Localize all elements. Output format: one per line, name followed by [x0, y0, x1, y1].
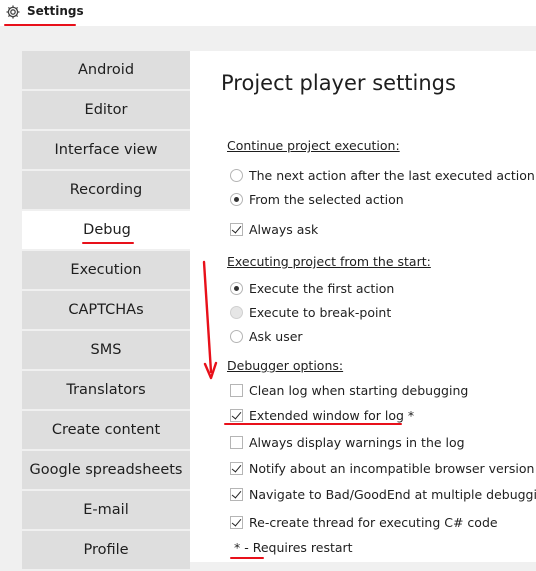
checkbox[interactable] [230, 408, 243, 422]
option-label: Navigate to Bad/GoodEnd at multiple debu… [249, 486, 536, 502]
settings-sidebar: Android Editor Interface view Recording … [22, 51, 192, 571]
annotation-underline-extended-log [224, 423, 402, 425]
option-label: Always ask [249, 221, 319, 237]
sidebar-item-label: Android [77, 62, 135, 78]
radio-ask-user[interactable]: Ask user [230, 328, 303, 344]
annotation-underline-debug [82, 242, 134, 244]
annotation-underline-footnote [230, 557, 264, 559]
annotation-arrow-icon [202, 260, 218, 380]
option-label: Notify about an incompatible browser ver… [249, 460, 535, 476]
window-title: Settings [27, 4, 84, 18]
sidebar-item-label: Translators [66, 382, 146, 398]
checkbox-notify-incompatible-browser[interactable]: Notify about an incompatible browser ver… [230, 460, 534, 476]
option-label: Ask user [249, 328, 303, 344]
checkbox[interactable] [230, 435, 243, 449]
gear-icon [6, 5, 20, 19]
sidebar-item-interface-view[interactable]: Interface view [22, 131, 190, 169]
radio-next-action[interactable]: The next action after the last executed … [230, 167, 535, 183]
sidebar-item-google-spreadsheets[interactable]: Google spreadsheets [22, 451, 190, 489]
option-label: The next action after the last executed … [249, 167, 535, 183]
radio-button[interactable] [230, 329, 243, 343]
checkbox[interactable] [230, 515, 243, 529]
settings-panel: Project player settings Continue project… [190, 51, 536, 562]
checkbox-recreate-thread[interactable]: Re-create thread for executing C# code [230, 514, 498, 530]
sidebar-item-label: Google spreadsheets [29, 462, 183, 478]
sidebar-item-label: E-mail [83, 502, 129, 518]
sidebar-item-recording[interactable]: Recording [22, 171, 190, 209]
sidebar-item-label: Execution [70, 262, 142, 278]
checkbox-extended-window-log[interactable]: Extended window for log * [230, 407, 414, 423]
radio-execute-first-action[interactable]: Execute the first action [230, 280, 394, 296]
section-heading-debugger: Debugger options: [227, 358, 344, 373]
sidebar-item-execution[interactable]: Execution [22, 251, 190, 289]
option-label: Re-create thread for executing C# code [249, 514, 498, 530]
sidebar-item-android[interactable]: Android [22, 51, 190, 89]
sidebar-item-profile[interactable]: Profile [22, 531, 190, 569]
checkbox-navigate-bad-goodend[interactable]: Navigate to Bad/GoodEnd at multiple debu… [230, 486, 536, 502]
section-heading-continue: Continue project execution: [227, 138, 400, 153]
checkbox[interactable] [230, 222, 243, 236]
sidebar-item-captchas[interactable]: CAPTCHAs [22, 291, 190, 329]
sidebar-item-create-content[interactable]: Create content [22, 411, 190, 449]
radio-button[interactable] [230, 192, 243, 206]
checkbox[interactable] [230, 383, 243, 397]
annotation-underline-title [4, 24, 76, 26]
section-heading-start: Executing project from the start: [227, 254, 431, 269]
requires-restart-note: * - Requires restart [234, 540, 353, 555]
radio-button[interactable] [230, 305, 243, 319]
sidebar-item-label: SMS [90, 342, 122, 358]
option-label: Always display warnings in the log [249, 434, 465, 450]
sidebar-item-label: Editor [84, 102, 128, 118]
sidebar-item-label: CAPTCHAs [68, 302, 144, 318]
option-label: Execute the first action [249, 280, 395, 296]
page-title: Project player settings [221, 71, 456, 95]
sidebar-item-label: Debug [83, 222, 131, 238]
sidebar-item-label: Interface view [54, 142, 158, 158]
sidebar-item-label: Profile [83, 542, 129, 558]
checkbox-display-warnings[interactable]: Always display warnings in the log [230, 434, 465, 450]
checkbox-always-ask[interactable]: Always ask [230, 221, 318, 237]
checkbox[interactable] [230, 461, 243, 475]
sidebar-item-email[interactable]: E-mail [22, 491, 190, 529]
sidebar-item-sms[interactable]: SMS [22, 331, 190, 369]
radio-button[interactable] [230, 281, 243, 295]
option-label: Extended window for log * [249, 407, 415, 423]
checkbox[interactable] [230, 487, 243, 501]
sidebar-item-label: Create content [51, 422, 161, 438]
sidebar-item-translators[interactable]: Translators [22, 371, 190, 409]
sidebar-item-label: Recording [69, 182, 143, 198]
radio-from-selected-action[interactable]: From the selected action [230, 191, 404, 207]
option-label: Execute to break-point [249, 304, 392, 320]
checkbox-clean-log[interactable]: Clean log when starting debugging [230, 382, 468, 398]
title-bar: Settings [0, 0, 536, 26]
sidebar-item-editor[interactable]: Editor [22, 91, 190, 129]
option-label: Clean log when starting debugging [249, 382, 469, 398]
option-label: From the selected action [249, 191, 404, 207]
radio-execute-to-breakpoint[interactable]: Execute to break-point [230, 304, 391, 320]
radio-button[interactable] [230, 168, 243, 182]
